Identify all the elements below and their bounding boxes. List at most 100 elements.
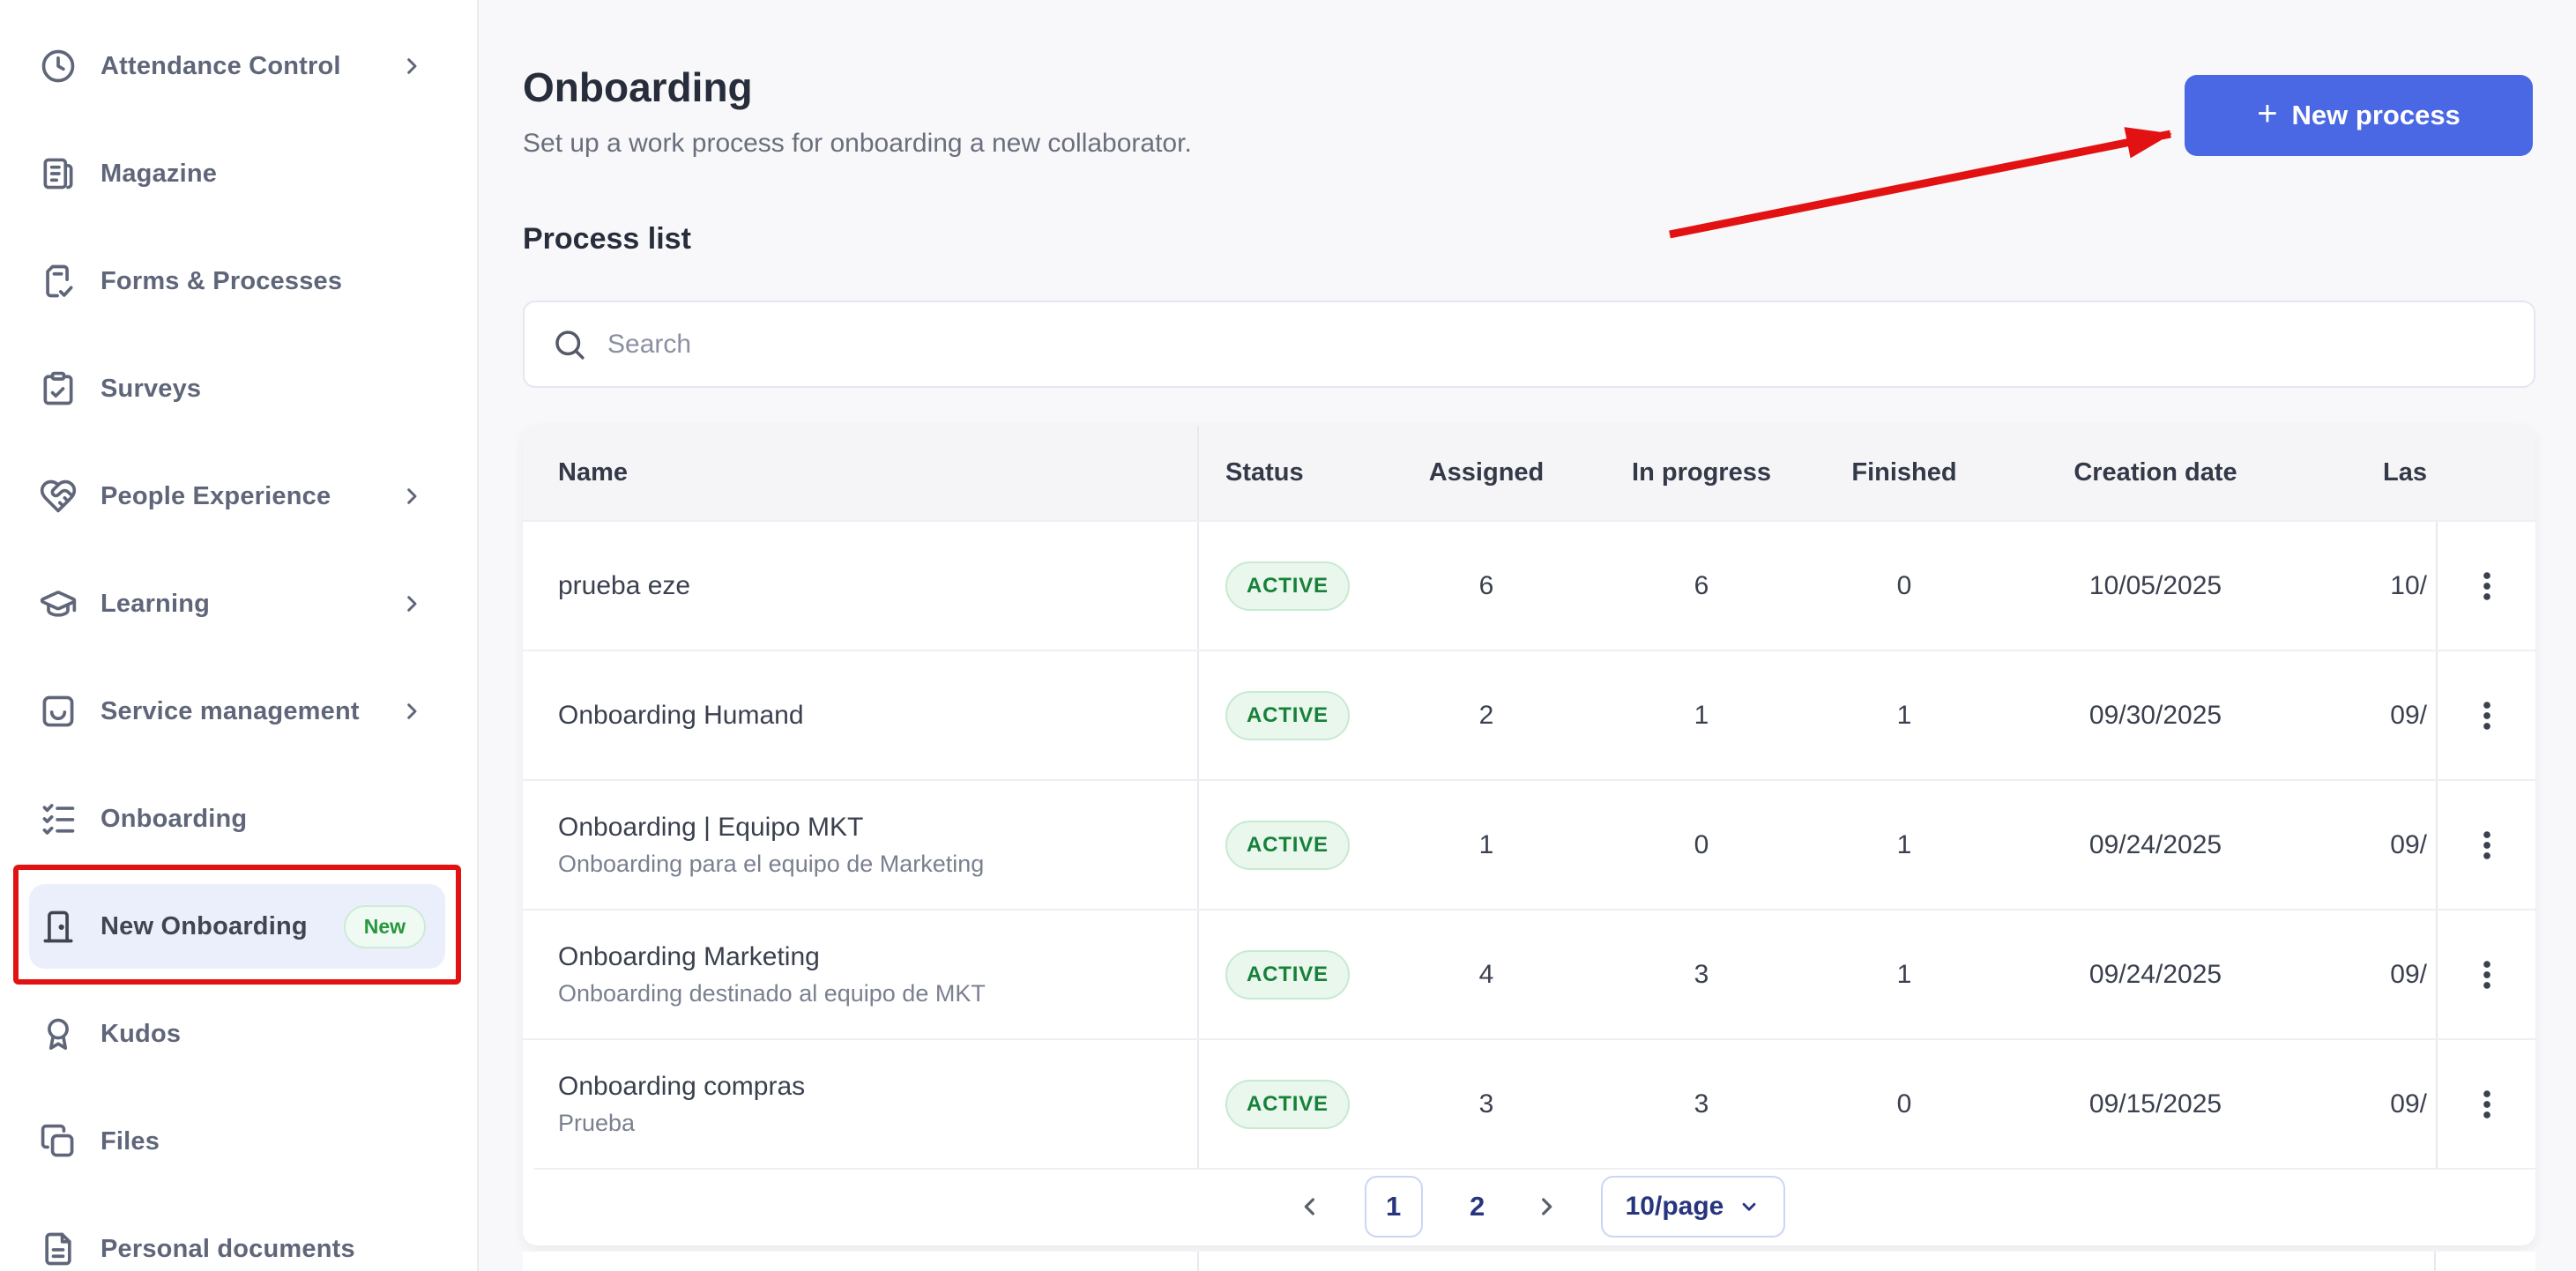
sidebar-item[interactable]: New Onboarding New	[29, 884, 445, 969]
process-description: Prueba	[558, 1110, 805, 1137]
chevron-right-icon	[398, 590, 426, 618]
sidebar-row: Files	[0, 1088, 477, 1195]
sidebar-row: Personal documents	[0, 1195, 477, 1271]
chevron-right-icon	[398, 482, 426, 510]
assigned-count: 1	[1386, 781, 1587, 909]
table-row[interactable]: prueba eze ACTIVE 6 6 0 10/05/2025 10/	[523, 520, 2535, 650]
chevron-left-icon	[1296, 1193, 1324, 1221]
page-title: Onboarding	[523, 63, 753, 111]
sidebar-item-label: Magazine	[101, 160, 217, 189]
last-date-truncated: 09/	[2319, 1040, 2436, 1168]
sidebar-row: Attendance Control	[0, 12, 477, 120]
folders-icon	[39, 1122, 78, 1161]
sidebar-item[interactable]: People Experience	[29, 454, 445, 539]
sidebar-item-label: New Onboarding	[101, 912, 308, 941]
sidebar-item-label: Service management	[101, 697, 360, 726]
sidebar-item-label: Attendance Control	[101, 52, 341, 81]
process-name: Onboarding | Equipo MKT	[558, 813, 984, 843]
document-icon	[39, 1230, 78, 1268]
column-header-assigned: Assigned	[1386, 426, 1587, 520]
sidebar-item-label: Forms & Processes	[101, 267, 342, 296]
last-date-truncated: 09/	[2319, 911, 2436, 1038]
page-size-select[interactable]: 10/page	[1601, 1176, 1786, 1238]
search-icon	[551, 326, 588, 363]
process-name: Onboarding Humand	[558, 701, 804, 731]
sidebar-item[interactable]: Files	[29, 1099, 445, 1184]
next-page-button[interactable]	[1532, 1191, 1564, 1223]
status-badge: ACTIVE	[1225, 691, 1350, 740]
form-check-icon	[39, 262, 78, 301]
sidebar-item[interactable]: Learning	[29, 561, 445, 646]
finished-count: 1	[1816, 781, 1992, 909]
new-process-button[interactable]: + New process	[2185, 75, 2533, 156]
column-header-last-truncated: Las	[2319, 426, 2436, 520]
sidebar-item[interactable]: Surveys	[29, 346, 445, 431]
row-actions-button[interactable]	[2461, 560, 2513, 613]
process-description: Onboarding para el equipo de Marketing	[558, 851, 984, 878]
sidebar-row: New Onboarding New	[0, 873, 477, 980]
sidebar-item-label: People Experience	[101, 482, 331, 511]
status-badge: ACTIVE	[1225, 561, 1350, 611]
sidebar-item-label: Surveys	[101, 375, 201, 404]
sidebar-item[interactable]: Kudos	[29, 992, 445, 1076]
sidebar-item-label: Onboarding	[101, 805, 247, 834]
creation-date: 09/24/2025	[1992, 781, 2319, 909]
graduation-cap-icon	[39, 584, 78, 623]
process-name: Onboarding Marketing	[558, 942, 986, 972]
column-header-creation-date: Creation date	[1992, 426, 2319, 520]
inbox-icon	[39, 692, 78, 731]
sidebar-item-label: Learning	[101, 590, 210, 619]
status-badge: ACTIVE	[1225, 950, 1350, 1000]
sidebar-item[interactable]: Onboarding	[29, 777, 445, 861]
finished-count: 1	[1816, 911, 1992, 1038]
chevron-right-icon	[398, 697, 426, 725]
kebab-menu-icon	[2468, 1085, 2506, 1124]
sidebar-item[interactable]: Personal documents	[29, 1207, 445, 1271]
sidebar-row: Surveys	[0, 335, 477, 442]
pagination: 1 2 10/page	[534, 1168, 2535, 1244]
award-icon	[39, 1015, 78, 1053]
status-badge: ACTIVE	[1225, 821, 1350, 870]
finished-count: 0	[1816, 1040, 1992, 1168]
chevron-right-icon	[398, 52, 426, 80]
clock-icon	[39, 47, 78, 85]
last-date-truncated: 10/	[2319, 522, 2436, 650]
row-actions-button[interactable]	[2461, 1078, 2513, 1131]
row-actions-button[interactable]	[2461, 689, 2513, 742]
table-row[interactable]: Onboarding compras Prueba ACTIVE 3 3 0 0…	[523, 1038, 2535, 1168]
sidebar: Attendance Control Magazine	[0, 0, 479, 1271]
table-row[interactable]: Onboarding | Equipo MKT Onboarding para …	[523, 779, 2535, 909]
table-row[interactable]: Onboarding Humand ACTIVE 2 1 1 09/30/202…	[523, 650, 2535, 779]
sidebar-row: Learning	[0, 550, 477, 658]
sidebar-row: Forms & Processes	[0, 227, 477, 335]
search-bar	[523, 301, 2535, 388]
kebab-menu-icon	[2468, 696, 2506, 735]
sidebar-item[interactable]: Magazine	[29, 131, 445, 216]
new-feature-badge: New	[344, 905, 426, 948]
survey-clipboard-icon	[39, 369, 78, 408]
row-actions-button[interactable]	[2461, 948, 2513, 1001]
page-button-2[interactable]: 2	[1460, 1191, 1495, 1223]
finished-count: 0	[1816, 522, 1992, 650]
table-row[interactable]: Onboarding Marketing Onboarding destinad…	[523, 909, 2535, 1038]
chevron-right-icon	[1532, 1193, 1560, 1221]
creation-date: 09/15/2025	[1992, 1040, 2319, 1168]
row-actions-button[interactable]	[2461, 819, 2513, 872]
sidebar-item[interactable]: Forms & Processes	[29, 239, 445, 323]
sidebar-item[interactable]: Service management	[29, 669, 445, 754]
process-name: Onboarding compras	[558, 1072, 805, 1102]
sidebar-item-label: Kudos	[101, 1020, 181, 1049]
sidebar-row: People Experience	[0, 442, 477, 550]
search-input[interactable]	[607, 330, 2507, 360]
column-header-name: Name	[523, 426, 1199, 520]
kebab-menu-icon	[2468, 567, 2506, 606]
sidebar-item[interactable]: Attendance Control	[29, 24, 445, 108]
in-progress-count: 1	[1587, 651, 1816, 779]
process-list-heading: Process list	[523, 222, 691, 256]
app-window: Attendance Control Magazine	[0, 0, 2576, 1271]
last-date-truncated: 09/	[2319, 781, 2436, 909]
creation-date: 10/05/2025	[1992, 522, 2319, 650]
previous-page-button[interactable]	[1296, 1191, 1328, 1223]
sidebar-item-label: Personal documents	[101, 1235, 355, 1264]
page-button-current[interactable]: 1	[1365, 1176, 1423, 1238]
